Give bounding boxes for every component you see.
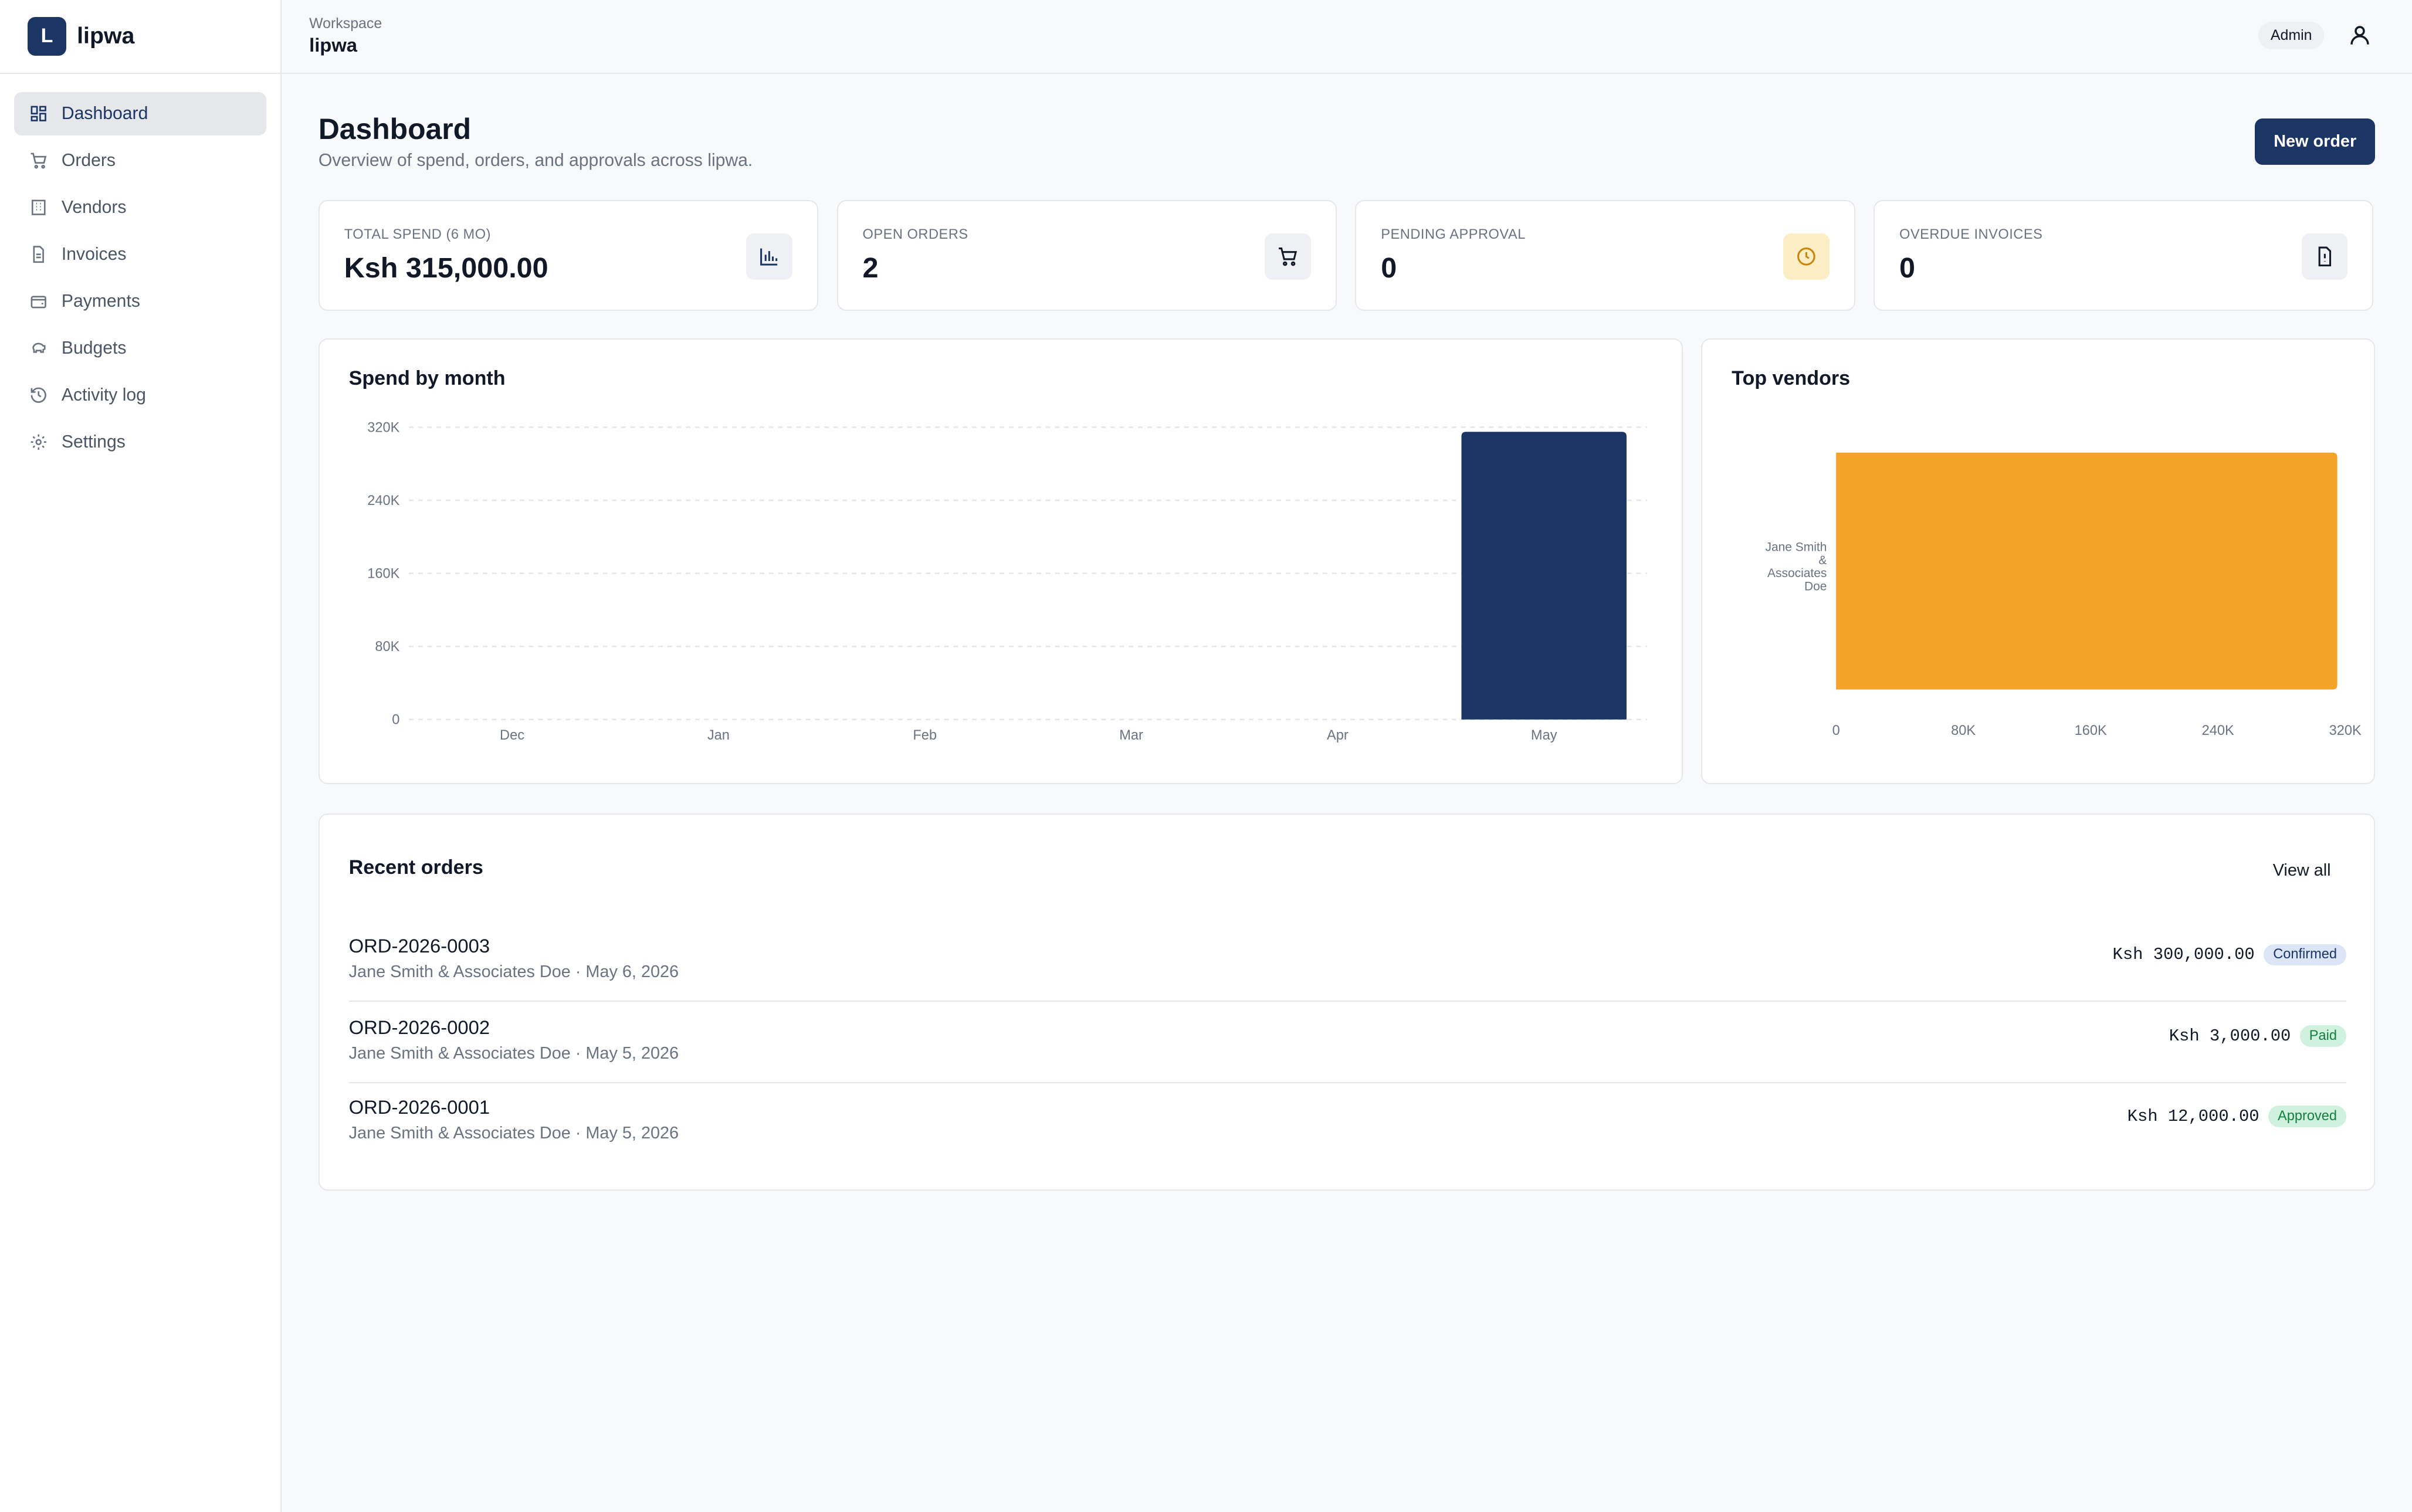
order-meta: Jane Smith & Associates Doe · May 5, 202… — [348, 1043, 679, 1063]
grid-icon — [31, 106, 46, 122]
x-tick-label: 80K — [1952, 723, 1976, 738]
order-row[interactable]: ORD-2026-0002 Jane Smith & Associates Do… — [348, 1002, 2346, 1083]
x-tick-label: Apr — [1327, 728, 1349, 743]
stat-card-total-spend: TOTAL SPEND (6 MO) Ksh 315,000.00 — [318, 199, 819, 311]
order-id: ORD-2026-0003 — [348, 934, 490, 957]
role-badge: Admin — [2258, 21, 2325, 49]
y-tick-label: 160K — [367, 566, 399, 581]
page-title: Dashboard — [318, 113, 472, 146]
stat-value: Ksh 315,000.00 — [344, 252, 548, 284]
sidebar-item-label: Dashboard — [61, 104, 148, 124]
top-vendors-card: Top vendors 0 80K 160K 240K 320K Jane Smith & A… — [1701, 338, 2375, 785]
piggy-bank-icon — [32, 343, 46, 353]
stat-value: 0 — [1899, 252, 1915, 284]
x-tick-label: Dec — [500, 728, 524, 743]
user-icon[interactable] — [2347, 23, 2372, 48]
stat-label: OVERDUE INVOICES — [1899, 227, 2043, 243]
sidebar-item-settings[interactable]: Settings — [14, 421, 267, 463]
y-tick-label: 320K — [367, 420, 399, 435]
file-icon — [33, 246, 44, 263]
order-row[interactable]: ORD-2026-0003 Jane Smith & Associates Do… — [348, 921, 2346, 1002]
stat-value: 2 — [862, 252, 879, 284]
building-icon — [31, 199, 46, 216]
y-tick-label: Jane Smith & Associates Doe — [1766, 541, 1827, 594]
wallet-icon — [31, 296, 46, 308]
recent-orders-title: Recent orders — [348, 856, 483, 879]
order-id: ORD-2026-0001 — [348, 1096, 490, 1118]
brand-name: lipwa — [77, 23, 135, 49]
new-order-button[interactable]: New order — [2255, 118, 2375, 165]
status-badge: Confirmed — [2264, 944, 2346, 966]
sidebar-item-dashboard[interactable]: Dashboard — [13, 92, 267, 135]
brand[interactable]: L lipwa — [0, 0, 280, 74]
sidebar: L lipwa Dashboard Orders Vendors Invoice… — [0, 0, 282, 1512]
order-id: ORD-2026-0002 — [348, 1016, 490, 1038]
workspace-name[interactable]: lipwa — [309, 34, 357, 56]
sidebar-item-label: Orders — [61, 151, 116, 171]
x-tick-label: Feb — [913, 728, 937, 743]
stat-value: 0 — [1381, 252, 1397, 284]
top-vendors-chart: 0 80K 160K 240K 320K Jane Smith & Associates Doe — [1766, 452, 2362, 738]
spend-by-month-card: Spend by month 0 80K 160K 240K 320K Dec Jan Feb… — [318, 338, 1683, 785]
x-tick-label: 320K — [2329, 723, 2362, 738]
y-tick-label: 0 — [392, 713, 399, 728]
cart-icon — [1265, 233, 1311, 280]
view-all-link[interactable]: View all — [2273, 861, 2331, 880]
sidebar-item-budgets[interactable]: Budgets — [14, 327, 267, 369]
bar-chart-icon — [746, 233, 793, 280]
gear-icon — [31, 434, 46, 450]
y-tick-label: 80K — [375, 639, 399, 655]
sidebar-item-label: Activity log — [61, 385, 146, 405]
stat-label: OPEN ORDERS — [862, 227, 968, 243]
x-tick-label: May — [1531, 728, 1557, 743]
sidebar-nav: Dashboard Orders Vendors Invoices Paymen… — [0, 74, 280, 486]
sidebar-item-activity-log[interactable]: Activity log — [14, 374, 267, 416]
x-tick-label: 240K — [2202, 723, 2234, 738]
x-tick-label: 0 — [1832, 723, 1840, 738]
stat-label: TOTAL SPEND (6 MO) — [344, 227, 491, 243]
status-badge: Paid — [2300, 1025, 2346, 1047]
bar — [1461, 432, 1627, 720]
sidebar-item-label: Vendors — [61, 197, 127, 217]
file-alert-icon — [2301, 233, 2348, 280]
topbar: Workspace lipwa Admin — [281, 0, 2412, 74]
stat-label: PENDING APPROVAL — [1381, 227, 1526, 243]
recent-orders-card: Recent orders View all ORD-2026-0003 Jan… — [318, 813, 2375, 1191]
clock-icon — [1783, 233, 1830, 280]
stat-card-overdue-invoices: OVERDUE INVOICES 0 — [1874, 199, 2374, 311]
brand-logo: L — [28, 17, 66, 56]
sidebar-item-vendors[interactable]: Vendors — [14, 186, 267, 229]
sidebar-item-payments[interactable]: Payments — [14, 280, 267, 323]
order-amount: Ksh 300,000.00 — [2112, 945, 2255, 965]
sidebar-item-label: Settings — [61, 432, 126, 452]
sidebar-item-invoices[interactable]: Invoices — [14, 233, 267, 276]
history-icon — [31, 387, 46, 403]
order-meta: Jane Smith & Associates Doe · May 6, 202… — [348, 962, 679, 981]
page-subtitle: Overview of spend, orders, and approvals… — [318, 150, 753, 170]
order-row[interactable]: ORD-2026-0001 Jane Smith & Associates Do… — [349, 1083, 2346, 1164]
order-meta: Jane Smith & Associates Doe · May 5, 202… — [348, 1124, 679, 1143]
stat-card-pending-approval: PENDING APPROVAL 0 — [1355, 199, 1855, 311]
x-tick-label: 160K — [2075, 723, 2107, 738]
status-badge: Approved — [2268, 1105, 2346, 1127]
cart-icon — [31, 152, 47, 169]
x-tick-label: Mar — [1119, 728, 1143, 743]
stat-card-open-orders: OPEN ORDERS 2 — [836, 199, 1337, 311]
sidebar-item-label: Invoices — [61, 244, 127, 264]
workspace-label: Workspace — [309, 15, 382, 32]
sidebar-item-label: Budgets — [61, 338, 127, 358]
y-tick-label: 240K — [367, 493, 399, 508]
order-amount: Ksh 12,000.00 — [2127, 1106, 2259, 1126]
x-tick-label: Jan — [707, 728, 730, 743]
sidebar-item-orders[interactable]: Orders — [14, 139, 267, 182]
spend-by-month-chart: 0 80K 160K 240K 320K Dec Jan Feb Mar Apr May — [367, 420, 1647, 743]
sidebar-item-label: Payments — [61, 291, 140, 311]
bar — [1836, 452, 2338, 690]
order-amount: Ksh 3,000.00 — [2169, 1026, 2291, 1046]
